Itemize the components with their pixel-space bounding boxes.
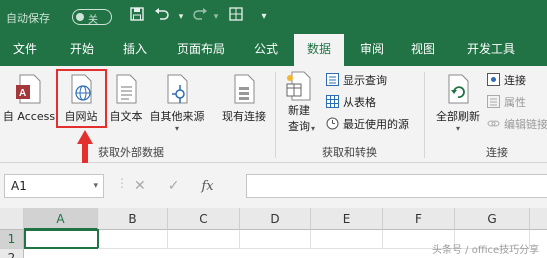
group-divider	[275, 72, 276, 158]
properties-label: 属性	[504, 96, 526, 109]
tab-insert[interactable]: 插入	[112, 34, 158, 66]
name-box-value: A1	[11, 179, 27, 193]
text-file-icon	[112, 72, 140, 106]
undo-dropdown-icon[interactable]: ▾	[171, 7, 191, 27]
cell[interactable]	[168, 230, 240, 249]
edit-links-label: 编辑链接	[504, 118, 547, 131]
tab-page-layout[interactable]: 页面布局	[166, 34, 236, 66]
from-table-label: 从表格	[343, 96, 376, 109]
name-box[interactable]: A1 ▾	[4, 174, 104, 198]
svg-text:A: A	[19, 88, 26, 99]
connections-icon	[487, 73, 500, 86]
column-header[interactable]: G	[455, 208, 530, 230]
show-queries-icon	[326, 73, 339, 86]
cancel-icon[interactable]: ✕	[134, 178, 146, 194]
existing-connections-button[interactable]: 现有连接	[216, 72, 272, 124]
row-header[interactable]: 2	[0, 249, 24, 258]
group-label-get-transform: 获取和转换	[322, 146, 377, 159]
tab-developer[interactable]: 开发工具	[454, 34, 528, 66]
from-text-label: 自文本	[109, 110, 143, 123]
fx-icon[interactable]: fx	[201, 179, 213, 194]
tab-view[interactable]: 视图	[400, 34, 446, 66]
cell[interactable]	[311, 230, 383, 249]
autosave-state: 关	[88, 15, 98, 26]
other-sources-icon	[162, 72, 192, 106]
save-icon[interactable]	[127, 7, 147, 27]
column-header[interactable]: E	[311, 208, 383, 230]
group-label-connections: 连接	[486, 146, 508, 159]
recent-sources-button[interactable]: 最近使用的源	[326, 116, 409, 134]
from-access-label: 自 Access	[2, 110, 56, 123]
connections-button[interactable]: 连接	[487, 72, 526, 90]
cell[interactable]	[240, 230, 311, 249]
clock-icon	[326, 117, 339, 130]
redo-dropdown-icon[interactable]: ▾	[206, 7, 226, 27]
tab-review[interactable]: 审阅	[350, 34, 394, 66]
refresh-all-button[interactable]: 全部刷新 ▾	[430, 72, 486, 133]
from-text-button[interactable]: 自文本	[106, 72, 146, 124]
column-header[interactable]	[530, 208, 547, 230]
existing-connections-label: 现有连接	[222, 110, 266, 123]
tab-formulas[interactable]: 公式	[244, 34, 288, 66]
recent-sources-label: 最近使用的源	[343, 118, 409, 131]
column-header[interactable]: B	[98, 208, 168, 230]
autosave-label: 自动保存	[6, 12, 50, 25]
from-other-sources-label: 自其他来源	[149, 110, 205, 123]
table-icon	[326, 95, 339, 108]
toggle-knob	[76, 13, 84, 21]
properties-icon	[487, 95, 500, 108]
chevron-down-icon: ▾	[455, 124, 460, 133]
form-icon[interactable]	[226, 7, 246, 27]
link-icon	[487, 117, 500, 130]
cell[interactable]	[98, 230, 168, 249]
from-access-button[interactable]: A 自 Access	[0, 72, 58, 124]
formula-bar: A1 ▾ ⋮ ✕ ✓ fx	[0, 163, 547, 208]
tab-file[interactable]: 文件	[0, 34, 50, 66]
tab-data[interactable]: 数据	[294, 34, 344, 66]
properties-button[interactable]: 属性	[487, 94, 526, 112]
enter-icon[interactable]: ✓	[168, 178, 180, 194]
highlight-box	[56, 69, 107, 128]
show-queries-button[interactable]: 显示查询	[326, 72, 387, 90]
column-header[interactable]: F	[383, 208, 455, 230]
access-db-icon: A	[14, 72, 44, 106]
row-header[interactable]: 1	[0, 230, 24, 249]
from-table-button[interactable]: 从表格	[326, 94, 376, 112]
customize-icon[interactable]: ▾	[254, 7, 274, 27]
select-all-corner[interactable]	[0, 208, 24, 230]
show-queries-label: 显示查询	[343, 74, 387, 87]
ribbon-tabs: 文件 开始 插入 页面布局 公式 数据 审阅 视图 开发工具	[0, 34, 547, 66]
refresh-icon	[443, 72, 473, 106]
undo-icon[interactable]	[152, 7, 172, 27]
column-header[interactable]: A	[24, 208, 98, 230]
drag-handle-icon[interactable]: ⋮	[116, 176, 128, 190]
chevron-down-icon: ▾	[311, 124, 316, 133]
formula-input[interactable]	[246, 174, 547, 198]
new-query-label-line1: 新建	[288, 104, 310, 117]
column-header[interactable]: D	[240, 208, 311, 230]
watermark: 头条号 / office技巧分享	[432, 245, 540, 256]
tab-home[interactable]: 开始	[56, 34, 108, 66]
group-divider	[424, 72, 425, 158]
column-header[interactable]: C	[168, 208, 240, 230]
chevron-down-icon: ▾	[93, 181, 98, 191]
group-label-get-external-data: 获取外部数据	[98, 146, 164, 159]
chevron-down-icon: ▾	[174, 124, 179, 133]
existing-connections-icon	[229, 72, 259, 106]
refresh-all-label: 全部刷新	[436, 110, 480, 123]
edit-links-button[interactable]: 编辑链接	[487, 116, 547, 134]
active-cell-a1[interactable]	[24, 229, 99, 249]
autosave-toggle[interactable]: 关	[72, 9, 112, 26]
connections-label: 连接	[504, 74, 526, 87]
from-other-sources-button[interactable]: 自其他来源 ▾	[145, 72, 209, 133]
new-query-icon	[284, 70, 314, 102]
title-bar: 自动保存 关 ▾ ▾ ▾	[0, 0, 547, 34]
